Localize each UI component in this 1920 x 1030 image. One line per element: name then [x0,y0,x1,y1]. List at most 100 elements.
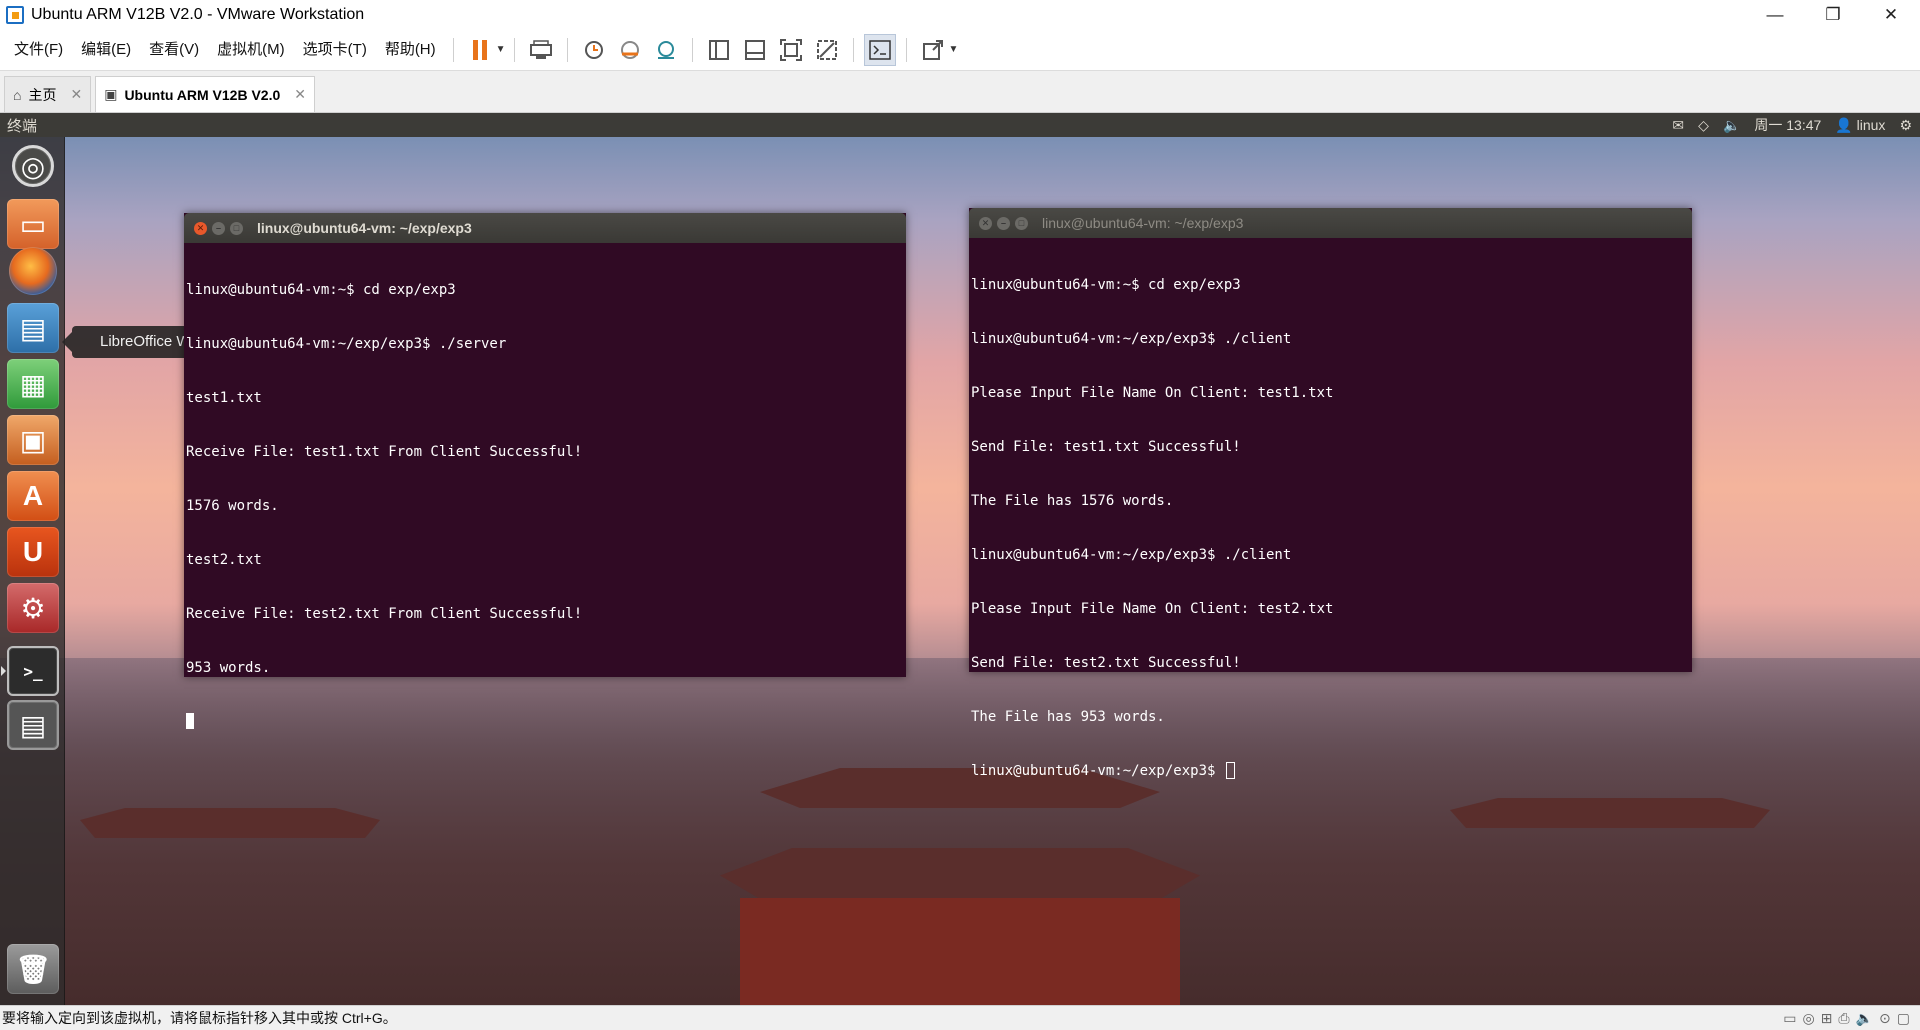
unity-mode-button[interactable] [811,34,843,66]
tab-close-icon[interactable]: ✕ [294,86,306,103]
terminal-line: Receive File: test1.txt From Client Succ… [186,444,583,460]
sidebar-layout-icon [708,39,729,60]
pause-vm-button[interactable] [464,34,496,66]
guest-display[interactable]: 终端 ✉ ◇ 🔈 周一 13:47 👤 linux ⚙ ◎ ▭ ▤ ▦ ▣ A … [0,113,1920,1005]
panel-user: linux [1856,116,1886,133]
stretch-icon [922,39,943,60]
stretch-guest-button[interactable] [917,34,949,66]
terminal-line: The File has 953 words. [971,709,1165,725]
terminal-window-client[interactable]: ✕ – □ linux@ubuntu64-vm: ~/exp/exp3 linu… [969,208,1692,779]
power-dropdown-arrow[interactable]: ▼ [496,44,506,55]
console-prompt-icon [868,39,891,60]
ubuntu-one-icon[interactable]: U [7,527,59,577]
menu-help[interactable]: 帮助(H) [376,29,445,71]
tab-vm[interactable]: ▣ Ubuntu ARM V12B V2.0 ✕ [95,76,316,112]
user-indicator[interactable]: 👤 linux [1835,117,1885,134]
terminal-line: linux@ubuntu64-vm:~$ cd exp/exp3 [971,277,1241,293]
sound-card-icon[interactable]: 🔈 [1856,1010,1873,1027]
running-app-indicator [1,666,6,676]
volume-icon[interactable]: 🔈 [1723,117,1740,134]
window-title: Ubuntu ARM V12B V2.0 - VMware Workstatio… [31,5,365,23]
libreoffice-calc-icon[interactable]: ▦ [7,359,59,409]
revert-snapshot-button[interactable] [614,34,646,66]
terminal-line: linux@ubuntu64-vm:~/exp/exp3$ ./client [971,547,1292,563]
vm-icon: ▣ [104,86,118,102]
toolbar-separator [513,37,515,62]
hard-disk-icon[interactable]: ▭ [1783,1010,1796,1027]
minimize-button[interactable]: — [1746,0,1804,29]
tab-close-icon[interactable]: ✕ [70,86,82,103]
libreoffice-impress-icon[interactable]: ▣ [7,415,59,465]
minimize-icon[interactable]: – [212,221,225,235]
snapshot-manager-button[interactable] [650,34,682,66]
files-icon[interactable]: ▭ [7,199,59,249]
snapshot-button[interactable] [578,34,610,66]
terminal-line: Please Input File Name On Client: test1.… [971,385,1334,401]
terminal-line: test2.txt [186,552,262,568]
terminal-titlebar[interactable]: ✕ – □ linux@ubuntu64-vm: ~/exp/exp3 [969,208,1692,238]
firefox-icon[interactable] [9,247,57,295]
close-icon[interactable]: ✕ [979,216,992,230]
cd-dvd-icon[interactable]: ◎ [1802,1010,1814,1027]
tab-home[interactable]: ⌂ 主页 ✕ [4,76,92,112]
thumbnail-layout-icon [744,39,765,60]
workspace-switcher-icon[interactable]: ▤ [7,700,59,750]
terminal-line: Send File: test2.txt Successful! [971,655,1241,671]
system-settings-icon[interactable]: ⚙ [7,583,59,633]
trash-icon[interactable]: 🗑 [7,944,59,994]
toolbar-separator [852,37,854,62]
usb-icon[interactable]: ⊙ [1879,1010,1891,1027]
network-icon[interactable]: ◇ [1698,117,1709,134]
maximize-icon[interactable]: □ [230,221,243,235]
stretch-dropdown-arrow[interactable]: ▼ [949,44,959,55]
toolbar-separator [905,37,907,62]
maximize-icon[interactable]: □ [1015,216,1028,230]
network-adapter-icon[interactable]: ⊞ [1821,1010,1833,1027]
terminal-output[interactable]: linux@ubuntu64-vm:~$ cd exp/exp3 linux@u… [969,238,1692,818]
window-controls: — ❐ ✕ [1746,0,1920,29]
vmware-logo-icon [6,5,24,24]
home-icon: ⌂ [13,86,22,103]
full-screen-button[interactable] [775,34,807,66]
terminal-output[interactable]: linux@ubuntu64-vm:~$ cd exp/exp3 linux@u… [184,243,906,769]
show-thumbnail-bar-button[interactable] [739,34,771,66]
mail-icon[interactable]: ✉ [1672,117,1684,134]
dash-home-icon[interactable]: ◎ [12,145,54,187]
power-gear-icon[interactable]: ⚙ [1899,117,1912,134]
message-log-icon[interactable]: ▢ [1897,1010,1910,1027]
minimize-icon[interactable]: – [997,216,1010,230]
toolbar-separator [566,37,568,62]
show-library-button[interactable] [703,34,735,66]
terminal-titlebar[interactable]: ✕ – □ linux@ubuntu64-vm: ~/exp/exp3 [184,213,906,243]
window-titlebar: Ubuntu ARM V12B V2.0 - VMware Workstatio… [0,0,1920,29]
terminal-line: Please Input File Name On Client: test2.… [971,601,1334,617]
printer-icon[interactable]: ⎙ [1838,1010,1849,1027]
status-bar: 要将输入定向到该虚拟机，请将鼠标指针移入其中或按 Ctrl+G。 ▭ ◎ ⊞ ⎙… [0,1005,1920,1030]
unity-launcher: ◎ ▭ ▤ ▦ ▣ A U ⚙ >_ ▤ 🗑 [0,137,65,1005]
close-button[interactable]: ✕ [1862,0,1920,29]
panel-indicators: ✉ ◇ 🔈 周一 13:47 👤 linux ⚙ [1672,113,1920,137]
close-icon[interactable]: ✕ [194,221,207,235]
menu-file[interactable]: 文件(F) [5,29,72,71]
menu-tabs[interactable]: 选项卡(T) [294,29,376,71]
terminal-icon[interactable]: >_ [7,646,59,696]
terminal-line: linux@ubuntu64-vm:~$ cd exp/exp3 [186,282,456,298]
tab-vm-label: Ubuntu ARM V12B V2.0 [124,86,281,103]
terminal-title: linux@ubuntu64-vm: ~/exp/exp3 [257,220,472,236]
pause-icon [472,39,487,60]
user-icon: 👤 [1835,116,1853,133]
menu-edit[interactable]: 编辑(E) [72,29,140,71]
console-view-button[interactable] [863,33,896,66]
terminal-line: Receive File: test2.txt From Client Succ… [186,606,583,622]
menu-view[interactable]: 查看(V) [140,29,208,71]
send-ctrl-alt-del-button[interactable] [525,34,557,66]
terminal-window-server[interactable]: ✕ – □ linux@ubuntu64-vm: ~/exp/exp3 linu… [184,213,906,729]
libreoffice-writer-icon[interactable]: ▤ [7,303,59,353]
unity-mode-icon [816,39,837,60]
restore-button[interactable]: ❐ [1804,0,1862,29]
software-center-icon[interactable]: A [7,471,59,521]
terminal-line: The File has 1576 words. [971,493,1174,509]
menu-vm[interactable]: 虚拟机(M) [208,29,294,71]
menu-bar: 文件(F) 编辑(E) 查看(V) 虚拟机(M) 选项卡(T) 帮助(H) ▼ … [0,29,1920,71]
panel-clock[interactable]: 周一 13:47 [1754,115,1821,135]
